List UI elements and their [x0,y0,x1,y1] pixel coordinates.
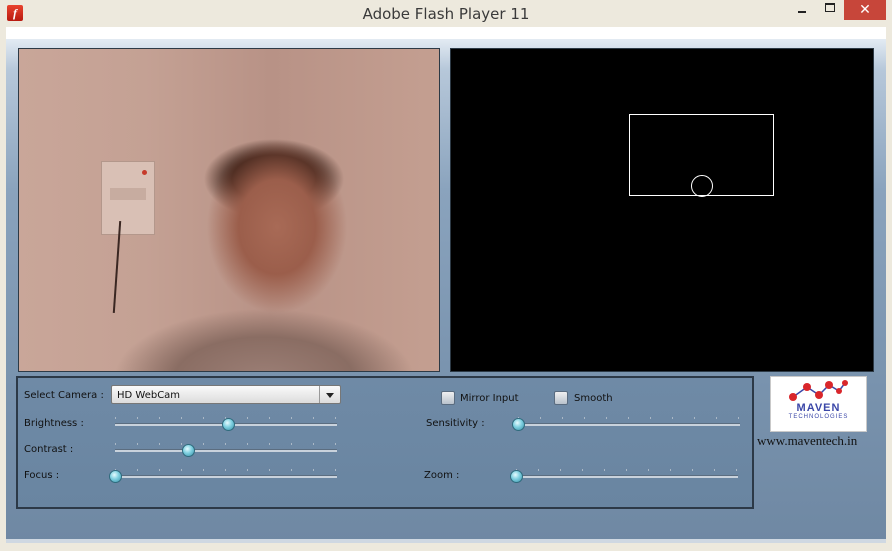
motion-detection-view [450,48,874,372]
slider-track [115,475,337,478]
camera-select-value: HD WebCam [117,390,181,401]
slider-ticks [516,469,738,471]
sensitivity-label: Sensitivity : [426,418,485,429]
maven-logo: MAVEN TECHNOLOGIES [770,376,867,432]
webcam-video [18,48,440,372]
slider-track [518,423,740,426]
camera-select[interactable]: HD WebCam [111,385,341,404]
zoom-label: Zoom : [424,470,460,481]
mirror-input-checkbox[interactable] [441,391,455,405]
sensitivity-slider[interactable] [512,417,740,431]
detection-marker [691,175,713,197]
window-title: Adobe Flash Player 11 [362,5,530,23]
maximize-button[interactable] [816,0,844,20]
focus-label: Focus : [24,470,60,481]
zoom-slider[interactable] [510,469,738,483]
contrast-slider-thumb[interactable] [182,444,196,457]
slider-ticks [518,417,740,419]
contrast-slider[interactable] [115,443,337,457]
smooth-label: Smooth [574,393,613,404]
stage-bottom-edge [6,539,886,543]
slider-track [516,475,738,478]
slider-ticks [115,443,337,445]
zoom-slider-thumb[interactable] [510,470,523,483]
sensitivity-slider-thumb[interactable] [512,418,525,431]
slider-ticks [115,469,337,471]
select-camera-label: Select Camera : [24,390,104,401]
logo-subtext: TECHNOLOGIES [788,414,849,420]
brightness-label: Brightness : [24,418,84,429]
close-button[interactable]: ✕ [844,0,886,20]
chevron-down-icon[interactable] [319,386,340,403]
brightness-slider-thumb[interactable] [222,418,236,431]
focus-slider-thumb[interactable] [109,470,122,483]
wall-socket [101,161,155,235]
contrast-label: Contrast : [24,444,74,455]
smooth-checkbox[interactable] [554,391,568,405]
mirror-input-label: Mirror Input [460,393,519,404]
focus-slider[interactable] [109,469,337,483]
website-link[interactable]: www.maventech.in [757,433,857,449]
logo-text: MAVEN [796,402,841,414]
minimize-button[interactable] [788,0,816,20]
title-bar: f Adobe Flash Player 11 ✕ [0,0,892,26]
brightness-slider[interactable] [115,417,337,431]
controls-panel: Select Camera : HD WebCam Brightness : C… [16,376,754,509]
slider-track [115,449,337,452]
